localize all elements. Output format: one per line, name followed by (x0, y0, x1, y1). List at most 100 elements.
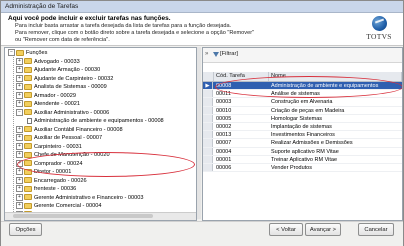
task-code-cell: 00005 (216, 115, 232, 122)
task-row[interactable]: 00007 Realizar Admissões e Demissões (203, 139, 402, 148)
row-indicator (203, 139, 213, 147)
task-row[interactable]: 00002 Implantação de sistemas (203, 123, 402, 132)
tree-function-item[interactable]: + Armador - 00029 (16, 91, 76, 101)
tree-item-label: Auxiliar Contábil Financeiro - 00008 (34, 126, 123, 133)
expand-icon[interactable]: + (16, 193, 23, 201)
functions-tree-panel[interactable]: − Funções + Advogado - 00033 + Ajudante Arma… (4, 47, 197, 221)
task-code-cell: 00004 (216, 148, 232, 155)
task-row[interactable]: 00006 Vender Produtos (203, 164, 402, 173)
expand-icon[interactable]: + (16, 151, 23, 159)
filter-button[interactable]: [Filtrar] (220, 51, 238, 57)
folder-icon (24, 92, 32, 99)
task-row[interactable]: 00005 Homologar Sistemas (203, 114, 402, 123)
folder-icon (16, 49, 24, 56)
expand-icon[interactable]: + (16, 66, 23, 74)
tree-function-item[interactable]: + Ajudante Armação - 00030 (16, 66, 100, 75)
task-name-cell: Homologar Sistemas (271, 115, 323, 122)
expand-icon[interactable]: + (16, 91, 23, 99)
tree-item-label: Advogado - 00033 (34, 58, 80, 65)
tree-function-item[interactable]: + Ajudante de Carpinteiro - 00032 (16, 74, 114, 84)
task-code-cell: 00007 (216, 140, 232, 147)
tree-item-label: Encarregado - 00026 (34, 177, 87, 184)
task-code-cell: 00013 (216, 132, 232, 139)
task-code-cell: 00002 (216, 124, 232, 130)
task-row[interactable]: 00013 Investimentos Financeiros (203, 131, 402, 140)
expand-icon[interactable]: + (16, 83, 23, 91)
tree-item-label: frenteste - 00036 (34, 186, 77, 192)
header-title: Aqui você pode incluir e excluir tarefas… (8, 15, 171, 22)
tree-function-item[interactable]: + Gerente Administrativo e Financeiro - 0… (16, 193, 143, 203)
task-name-cell: Investimentos Financeiros (271, 132, 335, 139)
expand-icon[interactable]: + (16, 125, 23, 133)
totvs-logo: TOTVS (362, 16, 396, 42)
tree-function-item[interactable]: + Gerente Comercial - 00004 (16, 202, 101, 211)
expand-icon[interactable]: + (16, 168, 23, 176)
panel-splitter[interactable] (197, 47, 201, 219)
task-name-cell: Construção em Alvenaria (271, 99, 333, 106)
chevron-icon[interactable]: » (205, 51, 208, 57)
tree-function-item[interactable]: + Advogado - 00033 (16, 57, 80, 67)
expand-icon[interactable]: + (16, 74, 23, 82)
collapse-icon[interactable]: − (16, 108, 23, 116)
expand-icon[interactable]: + (16, 176, 23, 184)
highlight-annotation (215, 76, 402, 98)
tree-item-label: Auxiliar de Pessoal - 00007 (34, 135, 103, 141)
expand-icon[interactable]: + (16, 142, 23, 150)
totvs-orb-icon (372, 16, 387, 31)
tasks-grid-panel: » [Filtrar] Cód. Tarefa Nome ▶ 00008 Admin… (202, 47, 403, 221)
task-admin-window: Administração de Tarefas Aqui você pode … (0, 0, 404, 246)
collapse-icon[interactable]: − (8, 49, 15, 57)
header-line-3: ou "Remover com data de referência". (15, 37, 110, 43)
task-code-cell: 00003 (216, 99, 232, 106)
tree-function-item[interactable]: + Analista de Sistemas - 00009 (16, 83, 107, 92)
folder-icon (24, 202, 32, 209)
folder-icon (24, 126, 32, 133)
tree-item-label: Gerente Comercial - 00004 (34, 203, 102, 209)
header-line-1: Para incluir basta arrastar a tarefa des… (15, 23, 232, 29)
task-row[interactable]: 00004 Suporte aplicativo RM Vitae (203, 147, 402, 156)
scrollbar-thumb[interactable] (13, 214, 153, 218)
folder-icon (24, 75, 32, 82)
filter-bar: » [Filtrar] (203, 48, 402, 63)
next-button[interactable]: Avançar > (305, 223, 341, 236)
expand-icon[interactable]: + (16, 134, 23, 142)
tree-root[interactable]: − Funções (8, 49, 47, 58)
folder-icon (24, 100, 32, 107)
tree-horizontal-scrollbar[interactable] (5, 212, 196, 220)
tree-function-item[interactable]: + Encarregado - 00026 (16, 176, 87, 186)
task-name-cell: Criação de peças em Madeira (271, 107, 345, 114)
tree-function-item[interactable]: + frenteste - 00036 (16, 185, 76, 194)
options-button[interactable]: Opções (9, 223, 42, 236)
tree-guide-line (13, 57, 15, 220)
row-indicator (203, 123, 213, 131)
tree-task-item[interactable]: Administração de ambiente e equipamentos… (27, 117, 164, 126)
task-row[interactable]: 00003 Construção em Alvenaria (203, 98, 402, 107)
folder-icon (24, 58, 32, 65)
task-code-cell: 00006 (216, 165, 232, 171)
tree-function-item[interactable]: − Auxiliar Administrativo - 00006 (16, 108, 110, 118)
folder-icon (24, 109, 32, 116)
tree-function-item[interactable]: + Auxiliar de Pessoal - 00007 (16, 134, 102, 143)
expand-icon[interactable]: + (16, 57, 23, 65)
expand-icon[interactable]: + (16, 185, 23, 193)
expand-icon[interactable]: + (16, 100, 23, 108)
task-row[interactable]: 00010 Criação de peças em Madeira (203, 106, 402, 115)
tree-function-item[interactable]: + Carpinteiro - 00031 (16, 142, 82, 152)
cancel-button[interactable]: Cancelar (358, 223, 394, 236)
wizard-header: Aqui você pode incluir e excluir tarefas… (1, 13, 403, 46)
folder-icon (24, 185, 32, 192)
row-indicator (203, 106, 213, 114)
back-button[interactable]: < Voltar (269, 223, 303, 236)
tree-item-label: Auxiliar Administrativo - 00006 (34, 109, 110, 116)
tree-function-item[interactable]: + Auxiliar Contábil Financeiro - 00008 (16, 125, 123, 135)
row-indicator (203, 98, 213, 106)
task-code-cell: 00001 (216, 156, 232, 163)
tree-function-item[interactable]: + Atendente - 00021 (16, 100, 80, 109)
task-name-cell: Suporte aplicativo RM Vitae (271, 148, 339, 155)
tree-item-label: Ajudante de Carpinteiro - 00032 (34, 75, 114, 82)
task-row[interactable]: 00001 Treinar Aplicativo RM Vitae (203, 155, 402, 164)
row-indicator-header (203, 72, 214, 81)
tree-item-label: Atendente - 00021 (34, 101, 81, 107)
expand-icon[interactable]: + (16, 202, 23, 210)
task-name-cell: Realizar Admissões e Demissões (271, 140, 353, 147)
